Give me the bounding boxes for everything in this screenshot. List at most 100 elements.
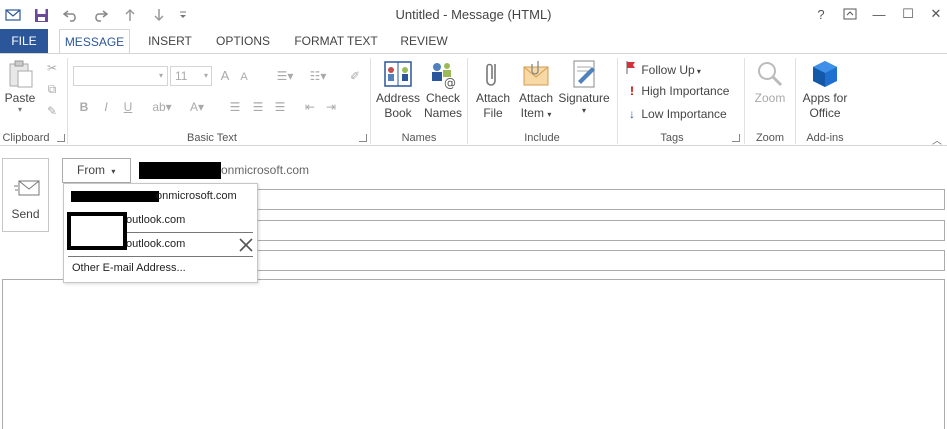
apps-cube-icon [813, 61, 837, 87]
zoom-label: Zoom [754, 91, 786, 105]
svg-text:@: @ [444, 76, 456, 89]
envelope-icon [523, 61, 549, 86]
to-field[interactable] [140, 189, 945, 210]
redaction-box [71, 191, 159, 202]
from-dropdown: onmicrosoft.com outlook.com outlook.com … [63, 183, 258, 283]
attach-item-label-1: Attach [518, 91, 554, 105]
redaction-box [139, 162, 221, 179]
ribbon: Paste ▾ ✂ ⧉ ✎ Clipboard ▾ 11 ▾ A A ☰▾ ☷▾ … [0, 53, 947, 147]
attach-item-button[interactable]: Attach Item ▾ [514, 59, 558, 122]
message-body[interactable] [2, 279, 945, 429]
apps-label-2: Office [809, 106, 841, 120]
apps-label-1: Apps for [802, 91, 848, 105]
grow-font-button[interactable]: A [217, 68, 233, 84]
from-address: onmicrosoft.com [221, 163, 310, 177]
group-label-zoom: Zoom [755, 132, 785, 144]
address-book-button[interactable]: Address Book [374, 59, 422, 121]
group-label-basic-text: Basic Text [187, 132, 237, 144]
low-importance-button[interactable]: ↓ Low Importance [626, 107, 727, 121]
basic-text-launcher-icon[interactable] [359, 134, 367, 142]
shrink-font-button[interactable]: A [236, 69, 252, 85]
follow-up-label: Follow Up [641, 63, 695, 77]
bold-button[interactable]: B [76, 99, 92, 115]
from-option-3-suffix: outlook.com [126, 238, 186, 250]
from-button[interactable]: From ▾ [62, 158, 131, 183]
align-left-icon[interactable]: ☰ [227, 99, 243, 115]
signature-button[interactable]: Signature ▾ [558, 59, 610, 116]
zoom-button[interactable]: Zoom [748, 59, 792, 106]
align-right-icon[interactable]: ☰ [272, 99, 288, 115]
address-book-label-2: Book [384, 106, 412, 120]
tab-insert[interactable]: INSERT [140, 29, 200, 53]
paste-button[interactable]: Paste ▾ [2, 59, 38, 114]
tab-format-text[interactable]: FORMAT TEXT [288, 29, 384, 53]
tags-launcher-icon[interactable] [732, 134, 740, 142]
signature-icon [573, 60, 595, 88]
high-importance-button[interactable]: ! High Importance [626, 84, 729, 98]
attach-item-label-2: Item [520, 106, 544, 120]
paperclip-icon [486, 63, 496, 86]
divider [795, 58, 796, 144]
cut-icon[interactable]: ✂ [44, 60, 60, 76]
low-importance-label: Low Importance [641, 107, 727, 121]
decrease-indent-icon[interactable]: ⇤ [302, 99, 318, 115]
clipboard-launcher-icon[interactable] [57, 134, 65, 142]
tab-review[interactable]: REVIEW [394, 29, 454, 53]
divider [617, 58, 618, 144]
clear-formatting-icon[interactable]: ✐ [345, 68, 365, 84]
remove-icon[interactable] [239, 238, 253, 252]
italic-button[interactable]: I [98, 99, 114, 115]
apps-for-office-button[interactable]: Apps for Office [798, 59, 852, 121]
align-center-icon[interactable]: ☰ [250, 99, 266, 115]
tab-options[interactable]: OPTIONS [208, 29, 278, 53]
from-option-2-suffix: outlook.com [126, 214, 186, 226]
attach-file-button[interactable]: Attach File [472, 59, 514, 121]
highlight-icon[interactable]: ab▾ [148, 99, 176, 115]
bullets-icon[interactable]: ☰▾ [270, 68, 300, 84]
divider [467, 58, 468, 144]
title-bar: Untitled - Message (HTML) ? — ☐ ✕ [0, 0, 947, 29]
paste-icon [9, 60, 33, 88]
copy-icon[interactable]: ⧉ [44, 81, 60, 97]
font-size-value: 11 [175, 69, 188, 83]
check-names-label-1: Check [425, 91, 460, 105]
tab-message[interactable]: MESSAGE [59, 29, 130, 54]
follow-up-button[interactable]: Follow Up ▾ [626, 61, 701, 77]
close-button[interactable]: ✕ [925, 5, 947, 23]
font-size-field[interactable]: 11 ▾ [170, 66, 212, 86]
high-importance-label: High Importance [641, 84, 730, 98]
attach-file-label-1: Attach [475, 91, 511, 105]
group-label-addins: Add-ins [806, 132, 844, 144]
magnifier-icon [758, 62, 783, 87]
group-label-names: Names [401, 132, 437, 144]
from-label: From [77, 163, 105, 177]
font-color-icon[interactable]: A▾ [183, 99, 211, 115]
subject-field[interactable] [140, 250, 945, 271]
address-book-label-1: Address [375, 91, 421, 105]
redaction-inner [71, 216, 123, 246]
maximize-button[interactable]: ☐ [897, 5, 919, 23]
send-label: Send [11, 207, 40, 221]
numbering-icon[interactable]: ☷▾ [303, 68, 333, 84]
format-painter-icon[interactable]: ✎ [44, 103, 60, 119]
help-button[interactable]: ? [810, 5, 832, 23]
chevron-down-icon: ▾ [111, 167, 116, 176]
divider [370, 58, 371, 144]
paste-label: Paste [4, 91, 36, 105]
from-option-1[interactable]: onmicrosoft.com [64, 184, 257, 208]
ribbon-display-button[interactable] [839, 5, 861, 23]
other-email-address-option[interactable]: Other E-mail Address... [64, 256, 257, 280]
collapse-ribbon-icon[interactable]: ︿ [932, 132, 942, 147]
font-name-field[interactable]: ▾ [73, 66, 168, 86]
minimize-button[interactable]: — [868, 5, 890, 23]
divider [744, 58, 745, 144]
tab-file[interactable]: FILE [0, 29, 48, 53]
underline-button[interactable]: U [120, 99, 136, 115]
check-names-button[interactable]: @ Check Names [422, 59, 464, 121]
cc-field[interactable] [140, 220, 945, 241]
group-label-clipboard: Clipboard [2, 132, 50, 144]
divider [67, 58, 68, 144]
increase-indent-icon[interactable]: ⇥ [323, 99, 339, 115]
send-button[interactable]: Send [2, 158, 49, 232]
address-book-icon [384, 61, 412, 87]
